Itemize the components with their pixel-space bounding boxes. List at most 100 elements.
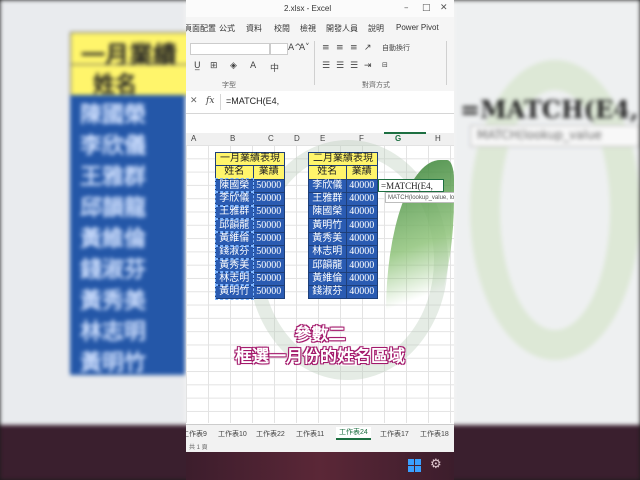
table-cell[interactable]: 40000	[345, 258, 379, 273]
merge-center-icon[interactable]: ⊟	[382, 61, 388, 69]
column-header-a[interactable]: A	[191, 134, 196, 143]
settings-gear-icon[interactable]: ⚙	[430, 457, 442, 472]
table-cell[interactable]: 李欣儀	[308, 178, 347, 193]
sheet-tab[interactable]: 工作表17	[380, 429, 409, 439]
align-top-icon[interactable]: ≡	[322, 43, 330, 53]
column-header-e[interactable]: E	[320, 134, 325, 143]
sheet-tab-active[interactable]: 工作表24	[336, 427, 371, 440]
indent-icon[interactable]: ⇥	[364, 61, 372, 71]
table-cell[interactable]: 李欣儀	[214, 191, 255, 207]
underline-icon[interactable]: U̲	[194, 61, 201, 71]
formula-bar: ✕ fx =MATCH(E4,	[186, 91, 454, 114]
table-cell[interactable]: 王雅群	[214, 204, 255, 221]
table-cell[interactable]: 50000	[252, 245, 286, 260]
table-cell[interactable]: 50000	[252, 218, 286, 233]
sheet-tab[interactable]: 工作表22	[256, 429, 285, 439]
table-cell[interactable]: 50000	[252, 205, 286, 220]
january-title[interactable]: 一月業績表現	[215, 151, 285, 167]
align-center-icon[interactable]: ☰	[336, 61, 344, 71]
status-bar: 共 1 頁	[186, 440, 454, 452]
column-header-b[interactable]: B	[230, 134, 235, 143]
tab-view[interactable]: 檢視	[300, 23, 316, 34]
table-cell[interactable]: 錢淑芬	[308, 284, 347, 300]
table-cell[interactable]: 40000	[345, 178, 379, 193]
phonetic-icon[interactable]: 中	[270, 61, 279, 74]
february-header-score[interactable]: 業績	[345, 165, 379, 180]
table-cell[interactable]: 陳國榮	[214, 178, 255, 194]
table-cell[interactable]: 40000	[345, 191, 379, 207]
font-group-label: 字型	[222, 82, 236, 89]
table-cell[interactable]: 林志明	[214, 271, 255, 287]
align-bottom-icon[interactable]: ≡	[350, 43, 358, 53]
sheet-tab[interactable]: 工作表9	[186, 429, 207, 439]
tab-help[interactable]: 說明	[368, 23, 384, 34]
table-cell[interactable]: 邱韻龍	[214, 217, 255, 234]
table-cell[interactable]: 40000	[345, 245, 379, 260]
table-cell[interactable]: 40000	[345, 271, 379, 286]
table-cell[interactable]: 王雅群	[308, 191, 347, 207]
page-count: 共 1 頁	[189, 445, 208, 451]
font-name-box[interactable]	[190, 43, 270, 55]
formula-input[interactable]: =MATCH(E4,	[226, 96, 279, 106]
selected-column-indicator	[384, 132, 426, 134]
column-header-g[interactable]: G	[395, 134, 401, 143]
close-button[interactable]: ✕	[440, 3, 448, 13]
orientation-icon[interactable]: ↗	[364, 43, 372, 53]
font-size-box[interactable]	[270, 43, 288, 55]
font-shrink-icon[interactable]: A˅	[299, 43, 310, 53]
column-header-d[interactable]: D	[294, 134, 300, 143]
table-cell[interactable]: 黃秀美	[308, 231, 347, 247]
table-cell[interactable]: 40000	[345, 205, 379, 220]
align-right-icon[interactable]: ☰	[350, 61, 358, 71]
table-cell[interactable]: 陳國榮	[308, 205, 347, 220]
table-cell[interactable]: 50000	[252, 231, 286, 247]
table-cell[interactable]: 40000	[345, 231, 379, 247]
tab-review[interactable]: 校閱	[274, 23, 290, 34]
ribbon-separator	[314, 41, 315, 85]
background-tooltip: MATCH(lookup_value	[470, 125, 640, 147]
table-cell[interactable]: 黃秀美	[214, 257, 255, 274]
align-left-icon[interactable]: ☰	[322, 61, 330, 71]
sheet-tab[interactable]: 工作表10	[218, 429, 247, 439]
font-color-icon[interactable]: A	[250, 61, 256, 71]
background-title-cell: 一月業績	[70, 32, 192, 69]
fill-color-icon[interactable]: ◈	[230, 61, 237, 71]
windows-start-icon[interactable]	[408, 459, 421, 472]
tab-page-layout[interactable]: 頁面配置	[186, 23, 216, 34]
tab-power-pivot[interactable]: Power Pivot	[396, 23, 439, 32]
table-cell[interactable]: 50000	[252, 284, 286, 300]
minimize-button[interactable]: –	[404, 3, 409, 13]
tab-data[interactable]: 資料	[246, 23, 262, 34]
ribbon-tabs: 頁面配置 公式 資料 校閱 檢視 開發人員 說明 Power Pivot	[186, 17, 454, 38]
table-cell[interactable]: 邱韻龍	[308, 258, 347, 273]
tab-formulas[interactable]: 公式	[219, 23, 235, 34]
column-header-c[interactable]: C	[268, 134, 274, 143]
table-cell[interactable]: 黃維倫	[308, 271, 347, 286]
cancel-icon[interactable]: ✕	[190, 96, 198, 106]
wrap-text-button[interactable]: 自動換行	[382, 43, 410, 53]
table-cell[interactable]: 林志明	[308, 245, 347, 260]
tab-developer[interactable]: 開發人員	[326, 23, 358, 34]
february-header-name[interactable]: 姓名	[308, 165, 347, 180]
table-cell[interactable]: 黃明竹	[308, 218, 347, 233]
table-cell[interactable]: 錢淑芬	[214, 244, 255, 260]
maximize-button[interactable]: □	[422, 3, 431, 13]
table-cell[interactable]: 50000	[252, 191, 286, 207]
table-cell[interactable]: 50000	[252, 271, 286, 286]
table-cell[interactable]: 50000	[252, 178, 286, 193]
january-header-score[interactable]: 業績	[252, 165, 286, 180]
table-cell[interactable]: 黃明竹	[214, 284, 255, 300]
active-cell-formula[interactable]: =MATCH(E4,	[378, 179, 444, 192]
insert-function-icon[interactable]: fx	[206, 96, 214, 106]
column-header-h[interactable]: H	[435, 134, 441, 143]
borders-icon[interactable]: ⊞	[210, 61, 218, 71]
sheet-tab[interactable]: 工作表18	[420, 429, 449, 439]
january-header-name[interactable]: 姓名	[215, 165, 254, 180]
table-cell[interactable]: 黃維倫	[214, 231, 255, 247]
table-cell[interactable]: 40000	[345, 284, 379, 300]
align-middle-icon[interactable]: ≡	[336, 43, 344, 53]
sheet-tab[interactable]: 工作表11	[296, 429, 324, 439]
table-cell[interactable]: 50000	[252, 258, 286, 273]
table-cell[interactable]: 40000	[345, 218, 379, 233]
february-title[interactable]: 二月業績表現	[308, 151, 378, 167]
